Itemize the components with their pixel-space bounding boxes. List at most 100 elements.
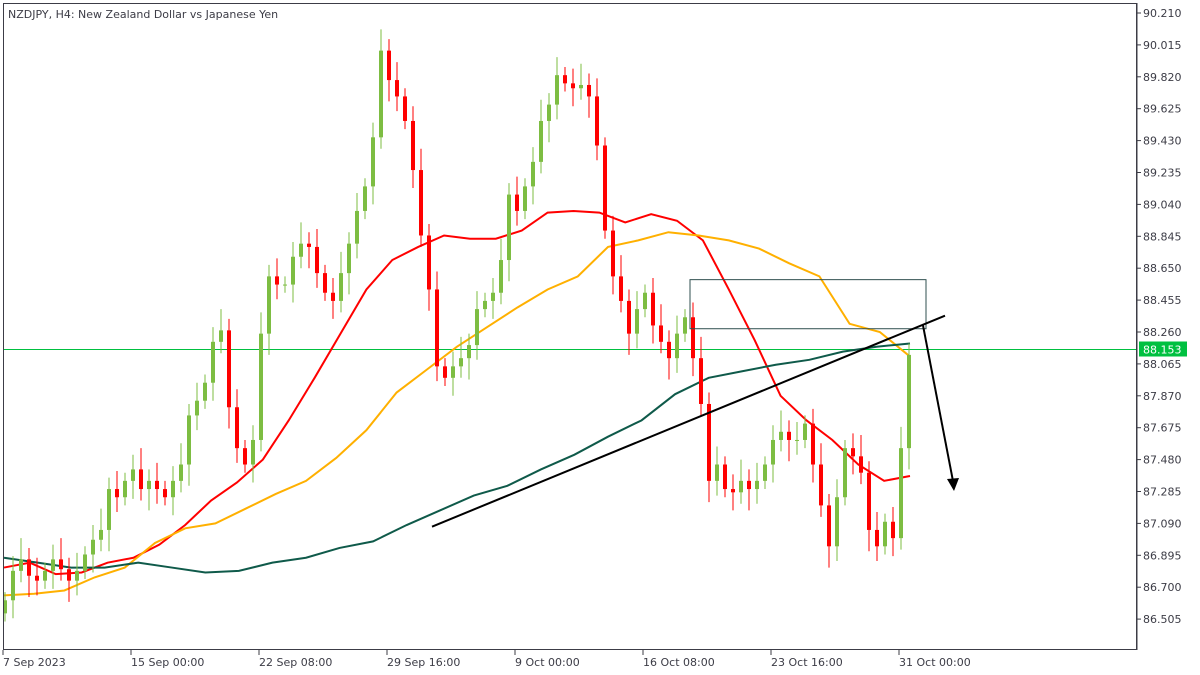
price-tick-label: 89.430 <box>1143 135 1182 148</box>
candle-body <box>147 480 151 490</box>
candle-body <box>483 300 487 310</box>
candle-body <box>139 469 143 490</box>
time-tick-label: 9 Oct 00:00 <box>515 656 580 669</box>
candle-body <box>379 50 383 138</box>
candle-body <box>459 358 463 367</box>
candle-body <box>307 243 311 247</box>
candle-body <box>427 235 431 290</box>
candle-body <box>291 256 295 285</box>
candle-body <box>115 489 119 498</box>
candle-body <box>195 400 199 416</box>
candle-body <box>667 341 671 359</box>
candle-body <box>771 439 775 465</box>
candle-body <box>171 480 175 498</box>
candle-body <box>795 439 799 441</box>
current-price-value: 88.153 <box>1143 344 1182 357</box>
candle-body <box>555 75 559 105</box>
price-chart[interactable]: NZDJPY, H4: New Zealand Dollar vs Japane… <box>0 0 1200 675</box>
candle-body <box>19 559 23 571</box>
candle-body <box>275 276 279 285</box>
candle-body <box>387 50 391 81</box>
candle-body <box>419 170 423 236</box>
candle-body <box>827 505 831 547</box>
price-tick-label: 89.040 <box>1143 198 1182 211</box>
candle-body <box>627 300 631 334</box>
price-tick-label: 87.090 <box>1143 517 1182 530</box>
price-tick-label: 89.625 <box>1143 103 1182 116</box>
candle-body <box>811 423 815 465</box>
candle-body <box>859 456 863 473</box>
candle-body <box>875 529 879 547</box>
candle <box>603 137 607 239</box>
candle-body <box>187 415 191 465</box>
current-price-label: 88.153 <box>1139 341 1187 357</box>
candle-body <box>211 341 215 383</box>
price-tick-label: 89.235 <box>1143 167 1182 180</box>
candle-body <box>283 284 287 286</box>
candle-body <box>235 407 239 449</box>
candle-body <box>507 194 511 261</box>
candle-body <box>699 358 703 404</box>
candle-body <box>227 330 231 408</box>
candle-body <box>635 309 639 334</box>
price-tick-label: 88.845 <box>1143 230 1182 243</box>
candle-body <box>43 570 47 581</box>
candle-body <box>899 448 903 539</box>
candle-body <box>219 330 223 342</box>
candle-body <box>587 84 591 97</box>
candle-body <box>123 480 127 498</box>
candle-body <box>683 317 687 334</box>
time-tick-label: 29 Sep 16:00 <box>387 656 460 669</box>
candle-body <box>867 472 871 530</box>
candle-body <box>803 423 807 440</box>
candle-body <box>611 230 615 277</box>
candle-body <box>563 75 567 84</box>
candle-body <box>579 84 583 89</box>
candle-body <box>515 194 519 211</box>
price-tick-label: 87.285 <box>1143 486 1182 499</box>
candle-body <box>723 464 727 490</box>
candle-body <box>403 96 407 121</box>
candle-body <box>83 554 87 571</box>
candle-body <box>35 575 39 581</box>
candle-body <box>371 137 375 187</box>
candle-body <box>163 489 167 498</box>
candle-body <box>675 333 679 359</box>
candle-body <box>731 489 735 493</box>
candle-body <box>651 292 655 326</box>
candle-body <box>691 317 695 359</box>
candle-body <box>707 403 711 481</box>
candle-body <box>59 559 63 570</box>
price-tick-label: 87.870 <box>1143 390 1182 403</box>
candle-body <box>907 354 911 449</box>
candle-body <box>475 309 479 346</box>
price-tick-label: 88.650 <box>1143 262 1182 275</box>
candle-body <box>643 292 647 310</box>
candle-body <box>395 80 399 97</box>
candle-body <box>715 464 719 481</box>
candle-body <box>155 480 159 490</box>
price-tick-label: 88.455 <box>1143 294 1182 307</box>
candle-body <box>539 120 543 162</box>
candle-body <box>267 276 271 334</box>
candle-body <box>547 104 551 121</box>
price-tick-label: 86.505 <box>1143 613 1182 626</box>
candle-body <box>451 366 455 378</box>
price-tick-label: 89.820 <box>1143 71 1182 84</box>
candle-body <box>443 366 447 378</box>
candle-body <box>331 292 335 301</box>
candle-body <box>659 325 663 342</box>
candle-body <box>595 96 599 146</box>
candle-body <box>531 161 535 187</box>
candle-body <box>491 292 495 301</box>
price-tick-label: 90.210 <box>1143 7 1182 20</box>
chart-background <box>0 0 1200 675</box>
time-tick-label: 23 Oct 16:00 <box>771 656 843 669</box>
candle-body <box>315 246 319 274</box>
candle-body <box>179 464 183 481</box>
price-tick-label: 88.260 <box>1143 326 1182 339</box>
candle-body <box>467 345 471 359</box>
candle-body <box>347 243 351 274</box>
time-tick-label: 15 Sep 00:00 <box>131 656 204 669</box>
candle-body <box>619 276 623 301</box>
